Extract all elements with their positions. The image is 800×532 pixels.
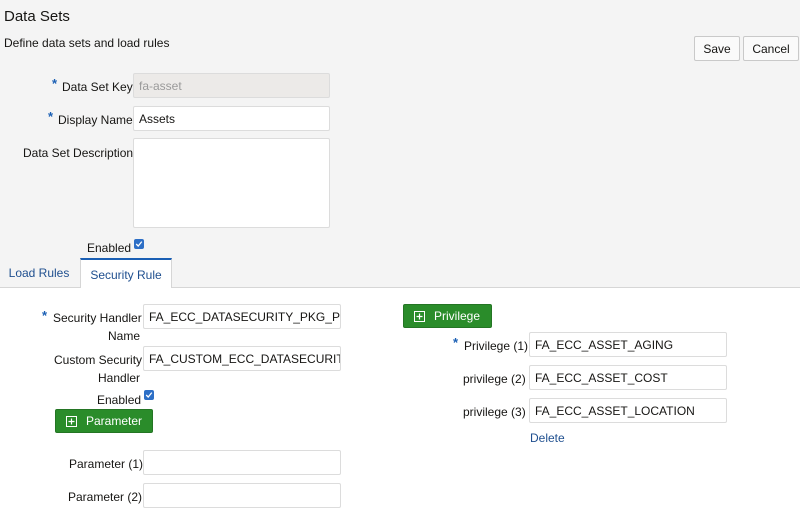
tab-load-rules[interactable]: Load Rules <box>4 258 74 288</box>
security-enabled-checkbox[interactable] <box>144 390 154 400</box>
parameter-1-field[interactable] <box>143 450 341 475</box>
enabled-checkbox[interactable] <box>134 239 144 249</box>
parameter-2-field[interactable] <box>143 483 341 508</box>
tab-bar: Load Rules Security Rule <box>0 258 800 289</box>
data-set-form: * Data Set Key fa-asset * Display Name A… <box>0 66 800 260</box>
security-handler-field[interactable]: FA_ECC_DATASECURITY_PKG_PUB.Ge <box>143 304 341 329</box>
required-marker: * <box>42 308 48 323</box>
privilege-1-field[interactable]: FA_ECC_ASSET_AGING <box>529 332 727 357</box>
display-name-label: Display Name <box>58 113 133 127</box>
plus-icon <box>414 310 425 322</box>
checkmark-icon <box>135 241 143 247</box>
enabled-label: Enabled <box>87 241 132 255</box>
privilege-2-field[interactable]: FA_ECC_ASSET_COST <box>529 365 727 390</box>
add-parameter-button[interactable]: Parameter <box>55 409 153 433</box>
description-label: Data Set Description <box>23 146 134 160</box>
delete-link[interactable]: Delete <box>530 431 565 445</box>
parameter-button-label: Parameter <box>86 414 143 428</box>
required-marker: * <box>52 76 58 91</box>
parameter-2-label: Parameter (2) <box>68 490 143 504</box>
privilege-1-label: Privilege (1) <box>464 339 529 353</box>
security-handler-label-line1: Security Handler <box>53 311 142 325</box>
required-marker: * <box>48 109 54 124</box>
page-title: Data Sets <box>4 8 70 25</box>
save-button[interactable]: Save <box>694 36 740 61</box>
data-set-key-label: Data Set Key <box>62 80 133 94</box>
privilege-3-label: privilege (3) <box>463 405 526 419</box>
custom-handler-field[interactable]: FA_CUSTOM_ECC_DATASECURITY_PK <box>143 346 341 371</box>
security-handler-label-line2: Name <box>108 329 141 343</box>
cancel-button[interactable]: Cancel <box>743 36 799 61</box>
security-rule-panel: * Security Handler Name FA_ECC_DATASECUR… <box>0 288 800 532</box>
display-name-field[interactable]: Assets <box>133 106 330 131</box>
required-marker: * <box>453 335 459 350</box>
security-enabled-label: Enabled <box>97 393 142 407</box>
description-field[interactable] <box>133 138 330 228</box>
tab-security-rule[interactable]: Security Rule <box>80 258 172 289</box>
parameter-1-label: Parameter (1) <box>69 457 144 471</box>
privilege-button-label: Privilege <box>434 309 481 323</box>
privilege-3-field[interactable]: FA_ECC_ASSET_LOCATION <box>529 398 727 423</box>
add-privilege-button[interactable]: Privilege <box>403 304 492 328</box>
privilege-2-label: privilege (2) <box>463 372 526 386</box>
custom-handler-label-line1: Custom Security <box>54 353 143 367</box>
plus-icon <box>66 415 77 427</box>
custom-handler-label-line2: Handler <box>98 371 141 385</box>
data-set-key-field[interactable]: fa-asset <box>133 73 330 98</box>
checkmark-icon <box>145 392 153 398</box>
page-subtitle: Define data sets and load rules <box>4 36 170 50</box>
